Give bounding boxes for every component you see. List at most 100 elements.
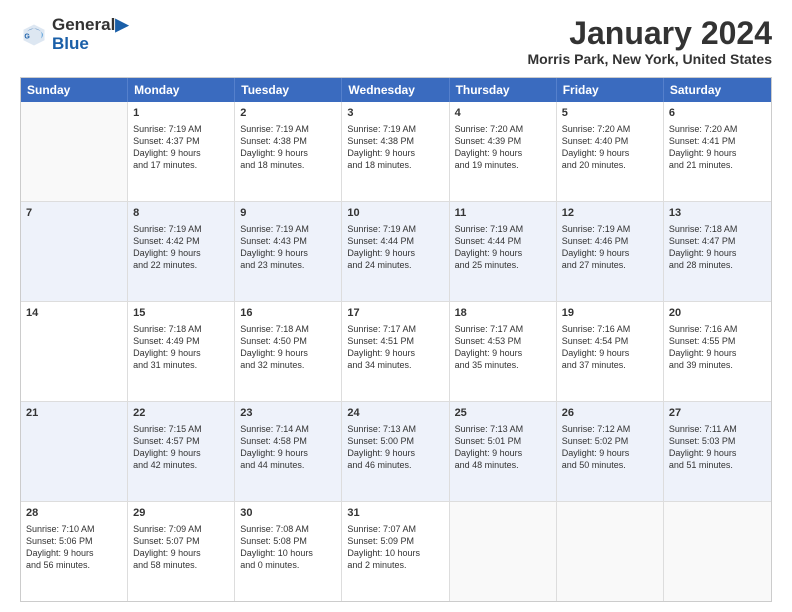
calendar-row: 1 Sunrise: 7:19 AM Sunset: 4:37 PM Daylig…	[21, 102, 771, 202]
calendar-cell	[450, 502, 557, 601]
calendar-body: 1 Sunrise: 7:19 AM Sunset: 4:37 PM Daylig…	[21, 102, 771, 601]
sun-info: Sunrise: 7:16 AM Sunset: 4:54 PM Dayligh…	[562, 323, 658, 372]
day-number: 16	[240, 306, 336, 321]
calendar-cell: 28 Sunrise: 7:10 AM Sunset: 5:06 PM Dayli…	[21, 502, 128, 601]
day-number: 9	[240, 206, 336, 221]
title-block: January 2024 Morris Park, New York, Unit…	[527, 16, 772, 67]
day-number: 25	[455, 406, 551, 421]
calendar-cell: 16 Sunrise: 7:18 AM Sunset: 4:50 PM Dayli…	[235, 302, 342, 401]
day-number: 24	[347, 406, 443, 421]
logo: G General▶ Blue	[20, 16, 128, 53]
calendar-cell	[557, 502, 664, 601]
calendar-cell: 14	[21, 302, 128, 401]
sun-info: Sunrise: 7:20 AM Sunset: 4:41 PM Dayligh…	[669, 123, 766, 172]
calendar-cell: 15 Sunrise: 7:18 AM Sunset: 4:49 PM Dayli…	[128, 302, 235, 401]
calendar-cell: 27 Sunrise: 7:11 AM Sunset: 5:03 PM Dayli…	[664, 402, 771, 501]
sun-info: Sunrise: 7:10 AM Sunset: 5:06 PM Dayligh…	[26, 523, 122, 572]
sun-info: Sunrise: 7:15 AM Sunset: 4:57 PM Dayligh…	[133, 423, 229, 472]
header: G General▶ Blue January 2024 Morris Park…	[20, 16, 772, 67]
day-number: 29	[133, 506, 229, 521]
sun-info: Sunrise: 7:19 AM Sunset: 4:38 PM Dayligh…	[347, 123, 443, 172]
sun-info: Sunrise: 7:18 AM Sunset: 4:49 PM Dayligh…	[133, 323, 229, 372]
sun-info: Sunrise: 7:08 AM Sunset: 5:08 PM Dayligh…	[240, 523, 336, 572]
day-number: 10	[347, 206, 443, 221]
day-number: 13	[669, 206, 766, 221]
sun-info: Sunrise: 7:19 AM Sunset: 4:44 PM Dayligh…	[347, 223, 443, 272]
day-number: 26	[562, 406, 658, 421]
calendar-cell: 10 Sunrise: 7:19 AM Sunset: 4:44 PM Dayli…	[342, 202, 449, 301]
day-number: 28	[26, 506, 122, 521]
calendar-cell: 29Sunrise: 7:09 AM Sunset: 5:07 PM Dayli…	[128, 502, 235, 601]
day-number: 2	[240, 106, 336, 121]
calendar-cell: 4Sunrise: 7:20 AM Sunset: 4:39 PM Daylig…	[450, 102, 557, 201]
calendar-header-cell: Monday	[128, 78, 235, 102]
sun-info: Sunrise: 7:19 AM Sunset: 4:44 PM Dayligh…	[455, 223, 551, 272]
day-number: 1	[133, 106, 229, 121]
calendar-cell: 13 Sunrise: 7:18 AM Sunset: 4:47 PM Dayli…	[664, 202, 771, 301]
day-number: 18	[455, 306, 551, 321]
calendar-cell	[21, 102, 128, 201]
calendar-cell: 23 Sunrise: 7:14 AM Sunset: 4:58 PM Dayli…	[235, 402, 342, 501]
day-number: 12	[562, 206, 658, 221]
sun-info: Sunrise: 7:12 AM Sunset: 5:02 PM Dayligh…	[562, 423, 658, 472]
sun-info: Sunrise: 7:20 AM Sunset: 4:40 PM Dayligh…	[562, 123, 658, 172]
sun-info: Sunrise: 7:19 AM Sunset: 4:38 PM Dayligh…	[240, 123, 336, 172]
sun-info: Sunrise: 7:07 AM Sunset: 5:09 PM Dayligh…	[347, 523, 443, 572]
day-number: 3	[347, 106, 443, 121]
logo-icon: G	[20, 21, 48, 49]
day-number: 21	[26, 406, 122, 421]
calendar-cell: 19Sunrise: 7:16 AM Sunset: 4:54 PM Dayli…	[557, 302, 664, 401]
calendar-cell: 24 Sunrise: 7:13 AM Sunset: 5:00 PM Dayli…	[342, 402, 449, 501]
calendar-cell: 8 Sunrise: 7:19 AM Sunset: 4:42 PM Daylig…	[128, 202, 235, 301]
calendar-cell: 11Sunrise: 7:19 AM Sunset: 4:44 PM Dayli…	[450, 202, 557, 301]
logo-text: General▶ Blue	[52, 16, 128, 53]
day-number: 27	[669, 406, 766, 421]
calendar-cell: 6 Sunrise: 7:20 AM Sunset: 4:41 PM Daylig…	[664, 102, 771, 201]
calendar: SundayMondayTuesdayWednesdayThursdayFrid…	[20, 77, 772, 602]
month-title: January 2024	[527, 16, 772, 51]
day-number: 8	[133, 206, 229, 221]
sun-info: Sunrise: 7:19 AM Sunset: 4:37 PM Dayligh…	[133, 123, 229, 172]
calendar-header-cell: Tuesday	[235, 78, 342, 102]
sun-info: Sunrise: 7:13 AM Sunset: 5:00 PM Dayligh…	[347, 423, 443, 472]
calendar-row: 28 Sunrise: 7:10 AM Sunset: 5:06 PM Dayli…	[21, 502, 771, 601]
calendar-cell: 26 Sunrise: 7:12 AM Sunset: 5:02 PM Dayli…	[557, 402, 664, 501]
calendar-row: 14 15 Sunrise: 7:18 AM Sunset: 4:49 PM Day…	[21, 302, 771, 402]
calendar-header-cell: Wednesday	[342, 78, 449, 102]
sun-info: Sunrise: 7:19 AM Sunset: 4:42 PM Dayligh…	[133, 223, 229, 272]
day-number: 4	[455, 106, 551, 121]
day-number: 30	[240, 506, 336, 521]
calendar-cell: 31 Sunrise: 7:07 AM Sunset: 5:09 PM Dayli…	[342, 502, 449, 601]
day-number: 23	[240, 406, 336, 421]
sun-info: Sunrise: 7:18 AM Sunset: 4:50 PM Dayligh…	[240, 323, 336, 372]
sun-info: Sunrise: 7:11 AM Sunset: 5:03 PM Dayligh…	[669, 423, 766, 472]
sun-info: Sunrise: 7:17 AM Sunset: 4:51 PM Dayligh…	[347, 323, 443, 372]
calendar-cell	[664, 502, 771, 601]
day-number: 20	[669, 306, 766, 321]
calendar-header: SundayMondayTuesdayWednesdayThursdayFrid…	[21, 78, 771, 102]
sun-info: Sunrise: 7:19 AM Sunset: 4:43 PM Dayligh…	[240, 223, 336, 272]
day-number: 31	[347, 506, 443, 521]
day-number: 14	[26, 306, 122, 321]
calendar-header-cell: Friday	[557, 78, 664, 102]
sun-info: Sunrise: 7:14 AM Sunset: 4:58 PM Dayligh…	[240, 423, 336, 472]
calendar-cell: 21	[21, 402, 128, 501]
calendar-cell: 3 Sunrise: 7:19 AM Sunset: 4:38 PM Daylig…	[342, 102, 449, 201]
calendar-cell: 12 Sunrise: 7:19 AM Sunset: 4:46 PM Dayli…	[557, 202, 664, 301]
calendar-cell: 9 Sunrise: 7:19 AM Sunset: 4:43 PM Daylig…	[235, 202, 342, 301]
calendar-cell: 5Sunrise: 7:20 AM Sunset: 4:40 PM Daylig…	[557, 102, 664, 201]
day-number: 22	[133, 406, 229, 421]
day-number: 17	[347, 306, 443, 321]
sun-info: Sunrise: 7:18 AM Sunset: 4:47 PM Dayligh…	[669, 223, 766, 272]
sun-info: Sunrise: 7:19 AM Sunset: 4:46 PM Dayligh…	[562, 223, 658, 272]
calendar-header-cell: Saturday	[664, 78, 771, 102]
calendar-cell: 18Sunrise: 7:17 AM Sunset: 4:53 PM Dayli…	[450, 302, 557, 401]
sun-info: Sunrise: 7:13 AM Sunset: 5:01 PM Dayligh…	[455, 423, 551, 472]
calendar-cell: 20Sunrise: 7:16 AM Sunset: 4:55 PM Dayli…	[664, 302, 771, 401]
calendar-cell: 25 Sunrise: 7:13 AM Sunset: 5:01 PM Dayli…	[450, 402, 557, 501]
day-number: 6	[669, 106, 766, 121]
calendar-header-cell: Thursday	[450, 78, 557, 102]
calendar-row: 21 22 Sunrise: 7:15 AM Sunset: 4:57 PM Day…	[21, 402, 771, 502]
day-number: 7	[26, 206, 122, 221]
day-number: 15	[133, 306, 229, 321]
